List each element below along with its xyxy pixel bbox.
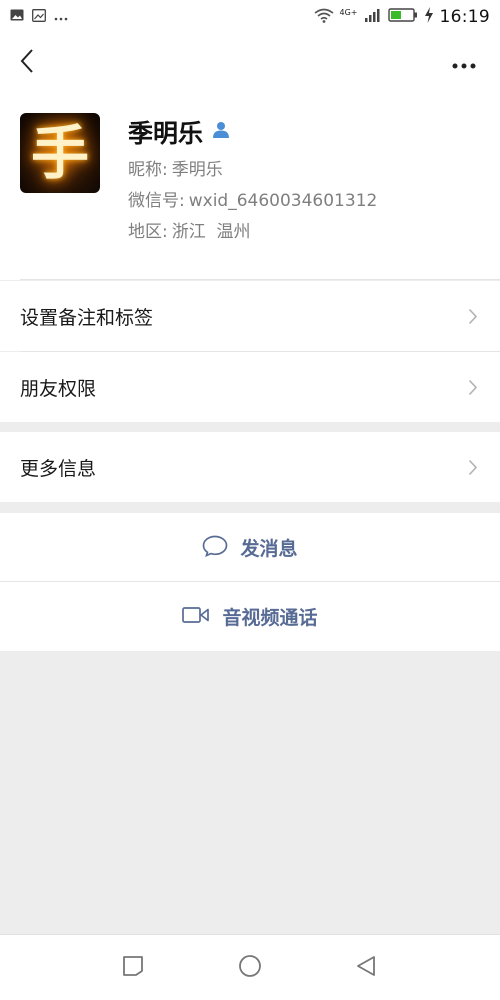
wechat-id-line: 微信号: wxid_6460034601312 (128, 186, 377, 211)
wifi-icon (314, 8, 334, 27)
signal-icon (364, 8, 382, 27)
display-name: 季明乐 (128, 119, 204, 148)
recent-apps-button[interactable] (118, 953, 148, 983)
more-horizontal-icon (452, 54, 476, 73)
image-icon (10, 9, 24, 25)
status-time: 16:19 (439, 7, 490, 27)
chat-bubble-icon (202, 535, 228, 561)
chevron-right-icon (468, 308, 478, 329)
more-dots-icon (54, 10, 68, 25)
remark-tags-row[interactable]: 设置备注和标签 (0, 281, 500, 351)
back-triangle-icon (355, 955, 377, 981)
avatar[interactable]: 手 (20, 113, 100, 193)
system-nav-bar (0, 934, 500, 1000)
name-row: 季明乐 (128, 114, 231, 150)
send-message-button[interactable]: 发消息 (0, 513, 500, 582)
back-button[interactable] (10, 46, 44, 80)
send-message-label: 发消息 (240, 538, 298, 560)
more-info-label: 更多信息 (20, 457, 97, 480)
region-line: 地区: 浙江 温州 (128, 217, 251, 242)
video-camera-icon (182, 606, 210, 628)
nickname-line: 昵称: 季明乐 (128, 155, 223, 180)
battery-icon (387, 8, 418, 26)
gallery-icon (32, 8, 46, 26)
region-label: 地区: (128, 222, 168, 242)
home-icon (238, 954, 262, 982)
friend-permissions-row[interactable]: 朋友权限 (0, 352, 500, 422)
more-info-row[interactable]: 更多信息 (0, 432, 500, 502)
more-options-button[interactable] (444, 46, 484, 80)
top-bar (0, 34, 500, 92)
remark-tags-label: 设置备注和标签 (20, 306, 154, 329)
charging-icon (424, 7, 434, 27)
chevron-right-icon (468, 459, 478, 480)
back-arrow-icon (19, 48, 35, 78)
profile-card: 手 季明乐 昵称: 季明乐 微信号: wxid_6460034601312 地区: 浙… (0, 92, 500, 280)
home-button[interactable] (235, 953, 265, 983)
person-badge-icon (211, 121, 231, 143)
avatar-glyph: 手 (30, 119, 89, 187)
region-value: 浙江 温州 (171, 222, 251, 242)
chevron-right-icon (468, 379, 478, 400)
status-bar-right: 4G+ 16:19 (314, 7, 491, 27)
status-bar: 4G+ 16:19 (0, 0, 500, 34)
network-type-label: 4G+ (339, 7, 358, 17)
nickname-label: 昵称: (128, 160, 168, 180)
divider (20, 279, 500, 280)
wechat-id-label: 微信号: (128, 191, 185, 211)
video-call-label: 音视频通话 (222, 607, 318, 629)
friend-permissions-label: 朋友权限 (20, 377, 97, 400)
video-call-button[interactable]: 音视频通话 (0, 582, 500, 651)
nav-back-button[interactable] (351, 953, 381, 983)
recent-apps-icon (122, 955, 144, 981)
wechat-id-value: wxid_6460034601312 (188, 191, 378, 211)
nickname-value: 季明乐 (171, 160, 223, 180)
status-bar-left (10, 8, 68, 26)
